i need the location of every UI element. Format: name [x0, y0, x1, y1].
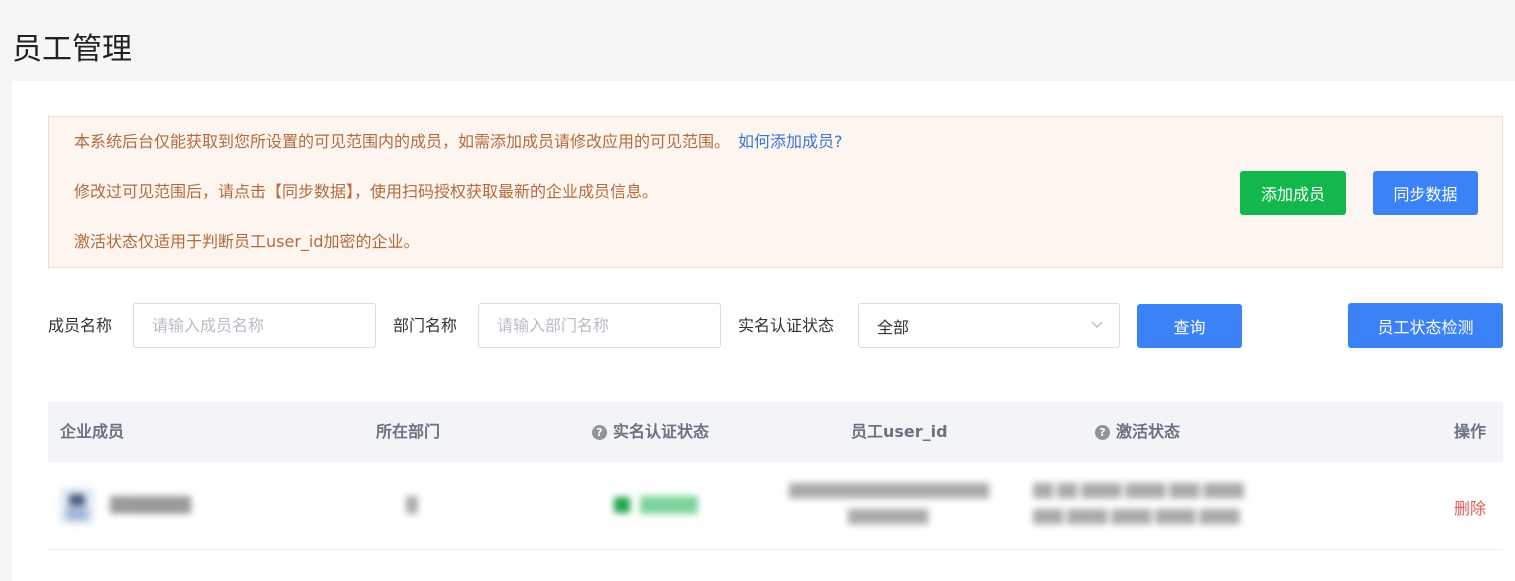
page-title: 员工管理 — [12, 32, 132, 67]
column-header-user-id: 员工user_id — [851, 422, 948, 442]
chevron-down-icon — [1091, 321, 1103, 328]
column-department-label: 所在部门 — [376, 422, 441, 441]
delete-member-link[interactable]: 删除 — [1454, 495, 1486, 519]
question-icon[interactable]: ? — [592, 424, 607, 440]
column-verify-status-label: 实名认证状态 — [613, 422, 710, 441]
avatar — [60, 488, 94, 524]
column-actions-label: 操作 — [1454, 422, 1487, 441]
notice-banner: 本系统后台仅能获取到您所设置的可见范围内的成员，如需添加成员请修改应用的可见范围… — [48, 116, 1503, 268]
notice-text-1: 本系统后台仅能获取到您所设置的可见范围内的成员，如需添加成员请修改应用的可见范围… — [74, 132, 731, 151]
table-header: 企业成员 所在部门 ? 实名认证状态 员工user_id ? 激活状态 操作 — [48, 402, 1503, 462]
main-card: 本系统后台仅能获取到您所设置的可见范围内的成员，如需添加成员请修改应用的可见范围… — [12, 81, 1515, 581]
member-name-label: 成员名称 — [48, 316, 113, 335]
verify-status-icon — [614, 497, 630, 513]
activation-line-2: ███ ████ ████ ████ ████ — [1033, 510, 1240, 525]
column-header-activation: ? 激活状态 — [1095, 422, 1180, 442]
column-header-department: 所在部门 — [376, 422, 440, 442]
notice-line-2: 修改过可见范围后，请点击【同步数据】，使用扫码授权获取最新的企业成员信息。 — [74, 182, 659, 201]
employee-status-check-button[interactable]: 员工状态检测 — [1348, 303, 1503, 348]
column-user-id-label: 员工user_id — [851, 422, 948, 441]
column-header-actions: 操作 — [1454, 422, 1486, 442]
user-id-line-1: ████████████████████ — [789, 484, 989, 499]
add-member-button[interactable]: 添加成员 — [1240, 171, 1346, 215]
question-icon[interactable]: ? — [1095, 424, 1110, 440]
verify-status-label: 实名认证状态 — [738, 316, 835, 335]
sync-data-button[interactable]: 同步数据 — [1373, 171, 1478, 215]
column-activation-label: 激活状态 — [1116, 422, 1181, 441]
activation-line-1: ██ ██ ████ ████ ███ ████ — [1033, 484, 1244, 499]
column-header-verify-status: ? 实名认证状态 — [592, 422, 709, 442]
department-name-label: 部门名称 — [393, 316, 458, 335]
employee-table: 企业成员 所在部门 ? 实名认证状态 员工user_id ? 激活状态 操作 █… — [48, 402, 1503, 550]
how-to-add-member-link[interactable]: 如何添加成员? — [738, 132, 843, 151]
department-value: █ — [406, 496, 418, 514]
notice-line-3: 激活状态仅适用于判断员工user_id加密的企业。 — [74, 232, 420, 251]
department-name-input[interactable] — [478, 303, 721, 348]
member-name: ███████ — [110, 496, 191, 514]
query-button[interactable]: 查询 — [1137, 304, 1242, 348]
verify-status-select[interactable]: 全部 — [858, 303, 1120, 348]
column-header-member: 企业成员 — [60, 422, 124, 442]
table-row: ███████ █ █████ ████████████████████ ███… — [48, 462, 1503, 550]
column-member-label: 企业成员 — [60, 422, 125, 441]
verify-status-value: 全部 — [877, 317, 910, 337]
notice-line-1: 本系统后台仅能获取到您所设置的可见范围内的成员，如需添加成员请修改应用的可见范围… — [74, 132, 843, 152]
user-id-line-2: ████████ — [848, 510, 928, 525]
verify-status-text: █████ — [640, 496, 698, 514]
member-name-input[interactable] — [133, 303, 376, 348]
